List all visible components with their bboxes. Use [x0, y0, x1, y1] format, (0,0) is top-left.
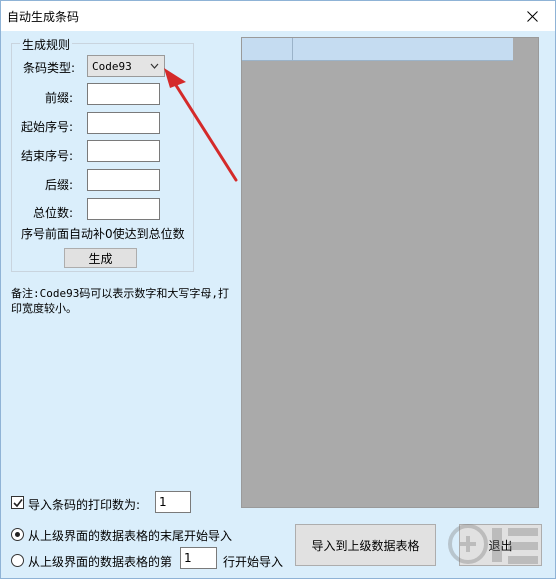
grid-header [242, 38, 513, 61]
import-row-input[interactable] [180, 547, 217, 569]
close-icon [526, 10, 538, 22]
close-button[interactable] [509, 1, 555, 31]
data-grid[interactable] [241, 37, 539, 508]
barcode-type-label: 条码类型: [23, 61, 76, 75]
generate-button[interactable]: 生成 [64, 248, 137, 268]
import-to-grid-button[interactable]: 导入到上级数据表格 [295, 524, 436, 566]
prefix-input[interactable] [87, 83, 160, 105]
start-number-label: 起始序号: [21, 120, 74, 134]
chevron-down-icon [150, 63, 159, 69]
exit-button[interactable]: 退出 [459, 524, 542, 566]
start-number-input[interactable] [87, 112, 160, 134]
import-from-row-radio[interactable] [11, 554, 24, 567]
rules-group-title: 生成规则 [20, 36, 73, 53]
padding-hint: 序号前面自动补0使达到总位数 [21, 227, 185, 241]
end-number-label: 结束序号: [21, 149, 74, 163]
print-count-checkbox[interactable] [11, 496, 24, 509]
end-number-input[interactable] [87, 140, 160, 162]
total-digits-input[interactable] [87, 198, 160, 220]
check-icon [13, 499, 23, 508]
suffix-label: 后缀: [45, 178, 74, 192]
radio-selected-dot [15, 532, 20, 537]
total-digits-label: 总位数: [33, 206, 74, 220]
import-from-end-radio[interactable] [11, 528, 24, 541]
barcode-type-select[interactable]: Code93 [87, 55, 165, 77]
suffix-input[interactable] [87, 169, 160, 191]
print-count-label: 导入条码的打印数为: [28, 498, 141, 512]
grid-corner-cell[interactable] [242, 38, 293, 61]
note-text: 备注:Code93码可以表示数字和大写字母,打印宽度较小。 [11, 287, 229, 315]
import-from-row-label: 从上级界面的数据表格的第 [28, 555, 173, 569]
import-from-end-label: 从上级界面的数据表格的末尾开始导入 [28, 529, 233, 543]
window-title: 自动生成条码 [7, 10, 80, 24]
barcode-type-value: Code93 [92, 59, 132, 73]
import-from-row-suffix: 行开始导入 [223, 555, 284, 569]
prefix-label: 前缀: [45, 91, 74, 105]
title-bar: 自动生成条码 [1, 1, 555, 31]
print-count-input[interactable] [155, 491, 191, 513]
